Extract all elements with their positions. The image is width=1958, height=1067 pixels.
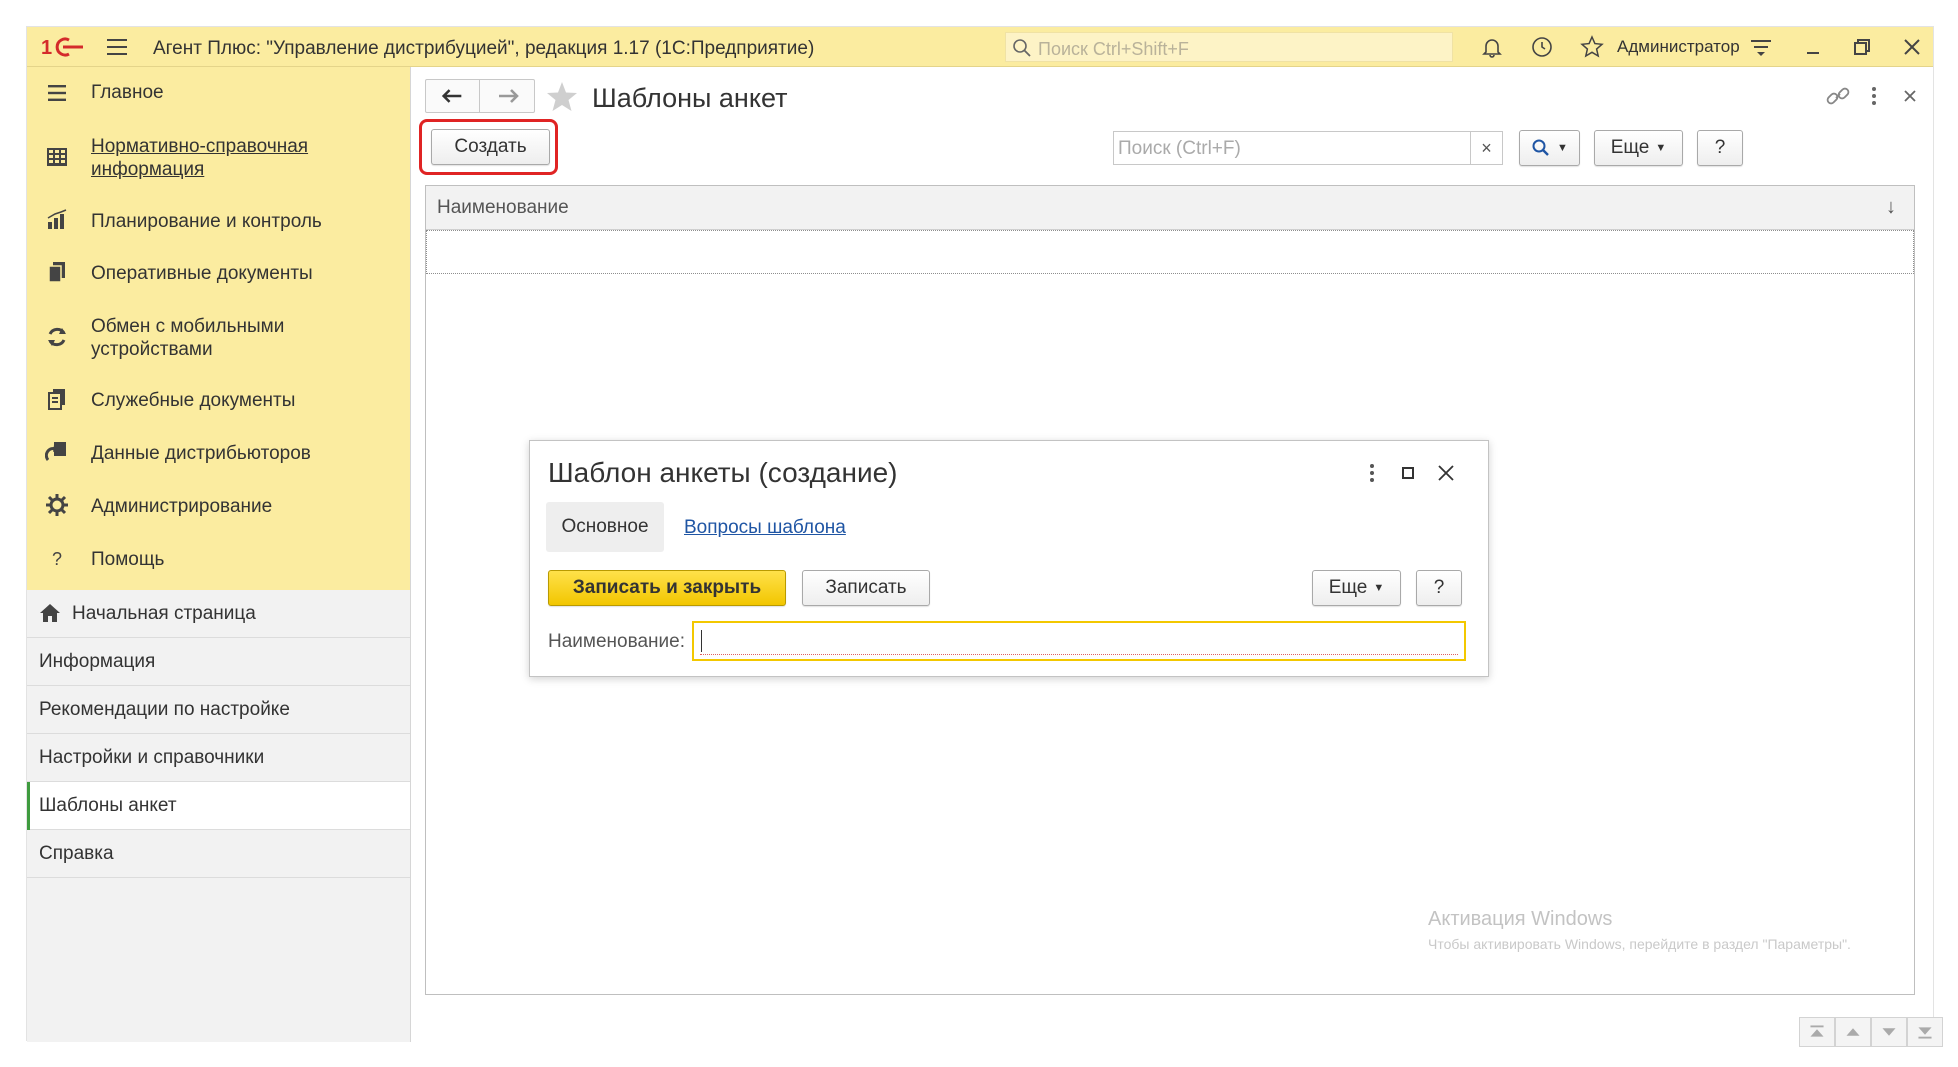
distributor-icon	[45, 442, 66, 461]
history-icon[interactable]	[1530, 35, 1554, 59]
save-button[interactable]: Записать	[802, 570, 930, 606]
nav-label: Справка	[39, 843, 114, 864]
help-button[interactable]: ?	[1697, 130, 1743, 166]
more-vertical-icon[interactable]	[1360, 461, 1384, 485]
service-docs-icon	[48, 389, 65, 410]
documents-icon	[48, 262, 65, 283]
dropdown-caret-icon: ▼	[1557, 142, 1568, 154]
list-search-placeholder: Поиск (Ctrl+F)	[1118, 138, 1241, 159]
dialog-title: Шаблон анкеты (создание)	[548, 457, 898, 488]
close-dialog-icon[interactable]	[1434, 461, 1458, 485]
more-label: Еще	[1610, 137, 1650, 159]
section-label: Нормативно-справочная информация	[91, 136, 309, 180]
history-nav	[425, 79, 535, 113]
save-and-close-button[interactable]: Записать и закрыть	[548, 570, 786, 606]
sync-icon	[48, 327, 66, 347]
create-button[interactable]: Создать	[431, 129, 550, 165]
svg-text:?: ?	[52, 549, 62, 569]
name-field-label: Наименование:	[548, 631, 685, 652]
back-arrow-icon[interactable]	[426, 80, 480, 112]
dialog-more-button[interactable]: Еще ▼	[1312, 570, 1401, 606]
nav-label: Настройки и справочники	[39, 747, 265, 768]
list-search-input[interactable]: Поиск (Ctrl+F) ×	[1113, 131, 1503, 165]
next-page-icon[interactable]	[1871, 1017, 1907, 1047]
watermark-text: Чтобы активировать Windows, перейдите в …	[1428, 936, 1851, 952]
page-title: Шаблоны анкет	[592, 83, 788, 113]
nav-label: Начальная страница	[72, 603, 256, 624]
window-title: Агент Плюс: "Управление дистрибуцией", р…	[153, 38, 815, 59]
nav-home-page[interactable]: Начальная страница	[27, 590, 410, 638]
global-search-placeholder: Поиск Ctrl+Shift+F	[1038, 39, 1189, 59]
section-label: Помощь	[91, 549, 165, 570]
bell-icon[interactable]	[1480, 35, 1504, 59]
main-menu-icon[interactable]	[105, 36, 129, 58]
user-name[interactable]: Администратор	[1617, 37, 1740, 57]
nav-label: Рекомендации по настройке	[39, 699, 290, 720]
home-icon	[40, 604, 60, 622]
section-label: Данные дистрибьюторов	[91, 443, 311, 464]
link-icon[interactable]	[1825, 83, 1851, 109]
nav-survey-templates[interactable]: Шаблоны анкет	[27, 782, 410, 830]
logo-1c-icon[interactable]: 1	[41, 36, 85, 58]
sort-arrow-icon[interactable]: ↓	[1886, 196, 1896, 219]
section-label: Обмен с мобильными устройствами	[91, 316, 285, 360]
name-input[interactable]	[692, 621, 1466, 661]
table-row[interactable]	[426, 230, 1914, 274]
nav-label: Шаблоны анкет	[39, 795, 177, 816]
minimize-icon[interactable]	[1801, 35, 1825, 59]
dropdown-caret-icon: ▼	[1655, 142, 1667, 154]
watermark-title: Активация Windows	[1428, 908, 1613, 930]
create-template-dialog: Шаблон анкеты (создание) Основное Вопрос…	[529, 440, 1489, 677]
clear-search-button[interactable]: ×	[1470, 132, 1502, 164]
close-page-icon[interactable]	[1897, 83, 1923, 109]
settings-menu-icon[interactable]	[1749, 35, 1773, 59]
section-label: Служебные документы	[91, 390, 296, 411]
restore-icon[interactable]	[1850, 35, 1874, 59]
more-button[interactable]: Еще ▼	[1594, 130, 1683, 166]
application-window: 1 Агент Плюс: "Управление дистрибуцией",…	[26, 26, 1943, 1047]
list-pager	[1799, 1017, 1943, 1047]
close-icon[interactable]	[1900, 35, 1924, 59]
tab-template-questions[interactable]: Вопросы шаблона	[684, 517, 846, 539]
title-bar: 1 Агент Плюс: "Управление дистрибуцией",…	[27, 27, 1933, 67]
favorites-star-icon[interactable]	[1580, 35, 1604, 59]
nav-help[interactable]: Справка	[27, 830, 410, 878]
forward-arrow-icon[interactable]	[481, 80, 535, 112]
column-name-header[interactable]: Наименование	[437, 197, 569, 219]
table-header[interactable]: Наименование ↓	[426, 186, 1914, 230]
svg-text:1: 1	[41, 37, 52, 58]
required-field-underline	[700, 654, 1458, 655]
dropdown-caret-icon: ▼	[1373, 582, 1385, 594]
last-page-icon[interactable]	[1907, 1017, 1943, 1047]
question-icon: ?	[52, 549, 62, 569]
search-icon	[1532, 139, 1549, 156]
tab-main[interactable]: Основное	[546, 502, 664, 552]
nav-setup-recommendations[interactable]: Рекомендации по настройке	[27, 686, 410, 734]
more-label: Еще	[1328, 577, 1368, 599]
search-options-button[interactable]: ▼	[1519, 130, 1580, 166]
table-icon	[47, 148, 67, 166]
favorite-star-icon[interactable]	[545, 80, 579, 114]
dialog-help-button[interactable]: ?	[1416, 570, 1462, 606]
sections-panel: Главное Нормативно-справочная информация	[27, 67, 410, 590]
more-vertical-icon[interactable]	[1861, 83, 1887, 109]
search-icon	[1013, 39, 1031, 57]
nav-label: Информация	[39, 651, 156, 672]
section-label: Оперативные документы	[91, 263, 313, 284]
section-label: Администрирование	[91, 496, 273, 517]
menu-lines-icon	[48, 85, 66, 101]
nav-information[interactable]: Информация	[27, 638, 410, 686]
nav-settings-references[interactable]: Настройки и справочники	[27, 734, 410, 782]
section-label: Главное	[91, 82, 164, 103]
maximize-icon[interactable]	[1396, 461, 1420, 485]
global-search-input[interactable]: Поиск Ctrl+Shift+F	[1005, 32, 1453, 62]
section-label: Планирование и контроль	[91, 211, 322, 232]
first-page-icon[interactable]	[1799, 1017, 1835, 1047]
sidebar: Главное Нормативно-справочная информация	[27, 67, 411, 1042]
bar-chart-icon	[47, 209, 67, 229]
prev-page-icon[interactable]	[1835, 1017, 1871, 1047]
text-caret	[701, 630, 702, 652]
gear-icon	[46, 494, 68, 516]
